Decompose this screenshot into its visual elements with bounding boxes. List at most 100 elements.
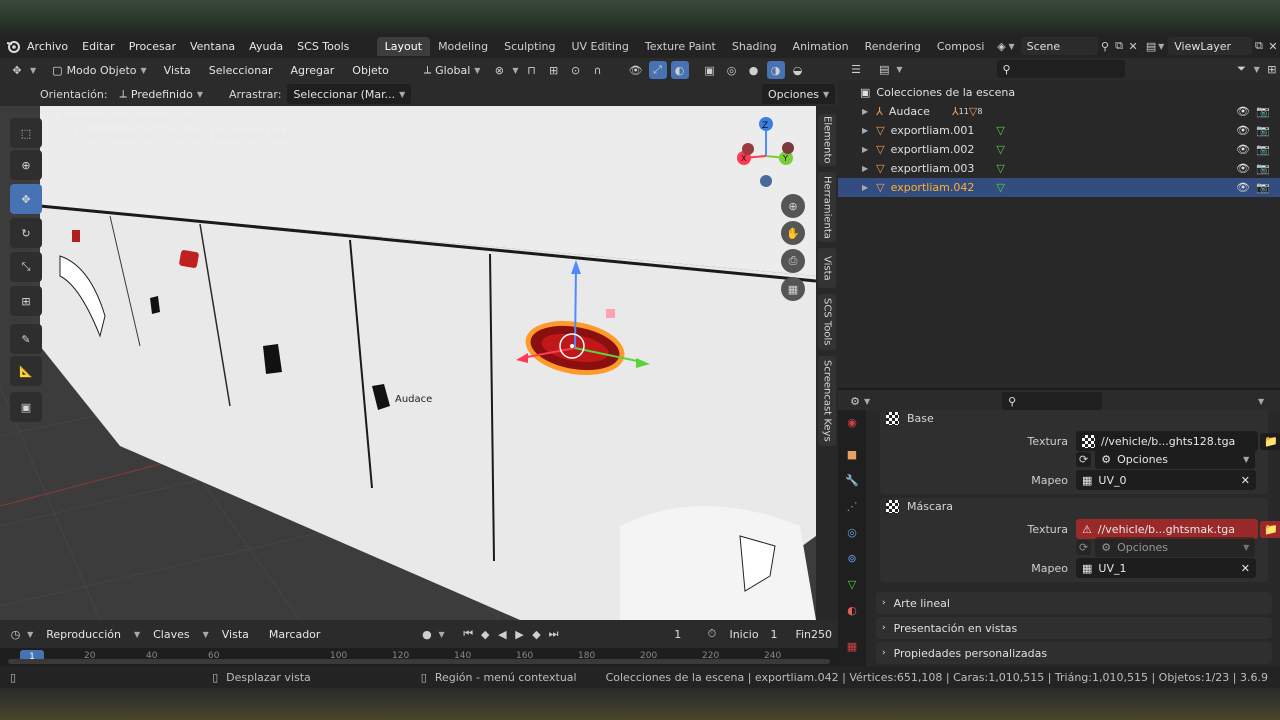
filter-icon[interactable]: ⏷ bbox=[1233, 60, 1249, 78]
xray-icon[interactable]: ▣ bbox=[701, 61, 719, 79]
menu-archivo[interactable]: Archivo bbox=[20, 40, 75, 53]
chevron-down-icon[interactable]: ▼ bbox=[27, 630, 33, 639]
chevron-down-icon[interactable]: ▼ bbox=[864, 397, 870, 406]
constraints-icon[interactable]: ⊚ bbox=[842, 548, 862, 568]
chevron-down-icon[interactable]: ▼ bbox=[439, 630, 445, 639]
mask-options-dropdown[interactable]: ⚙ Opciones ▼ bbox=[1095, 537, 1256, 557]
menu-procesar[interactable]: Procesar bbox=[122, 40, 183, 53]
menu-timeline-vista[interactable]: Vista bbox=[215, 628, 256, 641]
mask-texture-field[interactable]: ⚠ //vehicle/b...ghtsmak.tga bbox=[1076, 519, 1258, 539]
transform-tool-icon[interactable]: ⊞ bbox=[10, 286, 42, 316]
perspective-grid-icon[interactable]: ▦ bbox=[781, 277, 805, 301]
menu-seleccionar[interactable]: Seleccionar bbox=[202, 64, 280, 77]
render-camera-icon[interactable]: 📷 bbox=[1256, 162, 1270, 175]
rendered-shading-icon[interactable]: ◒ bbox=[789, 61, 807, 79]
menu-ventana[interactable]: Ventana bbox=[183, 40, 242, 53]
orientation-dropdown[interactable]: ⟂ Predefinido ▼ bbox=[114, 84, 209, 104]
options-dropdown[interactable]: Opciones ▼ bbox=[762, 84, 836, 104]
proportional-edit-icon[interactable]: ⊙ bbox=[567, 61, 585, 79]
tab-elemento[interactable]: Elemento bbox=[818, 114, 836, 166]
tab-screencast-keys[interactable]: Screencast Keys bbox=[818, 356, 836, 446]
eye-icon[interactable]: 👁 bbox=[1236, 143, 1250, 156]
annotate-tool-icon[interactable]: ✎ bbox=[10, 324, 42, 354]
timeline-scrollbar[interactable] bbox=[8, 659, 830, 664]
navigation-gizmo[interactable]: Z X Y bbox=[730, 114, 800, 194]
pivot-caret-icon[interactable]: ▼ bbox=[512, 66, 518, 75]
gizmo-icon[interactable]: ⤢ bbox=[648, 61, 667, 79]
particles-icon[interactable]: ⋰ bbox=[842, 496, 862, 516]
tab-layout[interactable]: Layout bbox=[376, 36, 431, 56]
panel-arte-lineal[interactable]: › Arte lineal bbox=[876, 592, 1272, 614]
delete-view-layer-icon[interactable]: ✕ bbox=[1266, 37, 1280, 55]
tab-texture-paint[interactable]: Texture Paint bbox=[637, 37, 724, 56]
cursor-tool-icon[interactable]: ⊕ bbox=[10, 150, 42, 180]
material-shading-icon[interactable]: ◑ bbox=[766, 61, 785, 79]
chevron-down-icon[interactable]: ▼ bbox=[1254, 65, 1260, 74]
select-box-tool-icon[interactable]: ⬚ bbox=[10, 118, 42, 148]
outliner-row[interactable]: ▶ ▽ exportliam.003 ▽ 👁 📷 bbox=[838, 159, 1280, 178]
new-scene-icon[interactable]: ⧉ bbox=[1112, 37, 1126, 55]
overlays-icon[interactable]: ◐ bbox=[670, 61, 689, 79]
solid-shading-icon[interactable]: ● bbox=[745, 61, 763, 79]
new-view-layer-icon[interactable]: ⧉ bbox=[1252, 37, 1266, 55]
eye-icon[interactable]: 👁 bbox=[1236, 124, 1250, 137]
scene-icon[interactable]: ◈ bbox=[994, 37, 1008, 55]
record-icon[interactable]: ● bbox=[421, 625, 432, 643]
editor-type-caret-icon[interactable]: ▼ bbox=[30, 66, 36, 75]
outliner-row-selected[interactable]: ▶ ▽ exportliam.042 ▽ 👁 📷 bbox=[838, 178, 1280, 197]
expand-arrow-icon[interactable]: ▶ bbox=[862, 107, 868, 116]
chevron-down-icon[interactable]: ▼ bbox=[1258, 397, 1264, 406]
render-camera-icon[interactable]: 📷 bbox=[1256, 181, 1270, 194]
transform-orientation-dropdown[interactable]: ⟂ Global ▼ bbox=[418, 60, 487, 80]
view-layer-icon[interactable]: ▤ bbox=[1144, 37, 1158, 55]
tab-shading[interactable]: Shading bbox=[724, 37, 785, 56]
editor-type-icon[interactable]: ✥ bbox=[8, 61, 26, 79]
empty-object-label[interactable]: Audace bbox=[395, 394, 432, 405]
tab-scs-tools[interactable]: SCS Tools bbox=[818, 294, 836, 350]
play-reverse-icon[interactable]: ◀ bbox=[497, 625, 508, 643]
render-camera-icon[interactable]: 📷 bbox=[1256, 105, 1270, 118]
tab-animation[interactable]: Animation bbox=[785, 37, 857, 56]
tab-rendering[interactable]: Rendering bbox=[857, 37, 929, 56]
panel-presentacion-en-vistas[interactable]: › Presentación en vistas bbox=[876, 617, 1272, 639]
outliner-root-row[interactable]: ▣ Colecciones de la escena bbox=[838, 83, 1280, 102]
outliner-editor-icon[interactable]: ☰ bbox=[848, 60, 864, 78]
prev-keyframe-icon[interactable]: ◆ bbox=[480, 625, 491, 643]
menu-ayuda[interactable]: Ayuda bbox=[242, 40, 290, 53]
current-frame-field[interactable]: 1 bbox=[655, 625, 701, 643]
new-collection-icon[interactable]: ⊞ bbox=[1264, 60, 1280, 78]
pivot-icon[interactable]: ⊗ bbox=[490, 61, 508, 79]
menu-agregar[interactable]: Agregar bbox=[283, 64, 341, 77]
move-tool-icon[interactable]: ✥ bbox=[10, 184, 42, 214]
modifier-wrench-icon[interactable]: 🔧 bbox=[842, 470, 862, 490]
jump-start-icon[interactable]: ⏮ bbox=[463, 625, 474, 643]
eye-icon[interactable]: 👁 bbox=[1236, 162, 1250, 175]
menu-claves[interactable]: Claves bbox=[146, 628, 197, 641]
material-ball-icon[interactable]: ◉ bbox=[842, 412, 862, 432]
delete-scene-icon[interactable]: ✕ bbox=[1126, 37, 1140, 55]
menu-marcador[interactable]: Marcador bbox=[262, 628, 328, 641]
next-keyframe-icon[interactable]: ◆ bbox=[531, 625, 542, 643]
play-icon[interactable]: ▶ bbox=[514, 625, 525, 643]
outliner-row[interactable]: ▶ ▽ exportliam.002 ▽ 👁 📷 bbox=[838, 140, 1280, 159]
display-mode-icon[interactable]: ▤ bbox=[876, 60, 892, 78]
blender-logo-icon[interactable] bbox=[6, 37, 20, 55]
wireframe-shading-icon[interactable]: ◎ bbox=[723, 61, 741, 79]
mode-dropdown[interactable]: ▢ Modo Objeto ▼ bbox=[46, 60, 153, 80]
pan-hand-icon[interactable]: ✋ bbox=[781, 221, 805, 245]
3d-viewport[interactable]: Personalizada (perspectiva) (1) Coleccio… bbox=[0, 106, 816, 620]
zoom-icon[interactable]: ⊕ bbox=[781, 194, 805, 218]
base-mapping-field[interactable]: ▦ UV_0 ✕ bbox=[1076, 470, 1256, 490]
jump-end-icon[interactable]: ⏭ bbox=[548, 625, 559, 643]
tab-vista[interactable]: Vista bbox=[818, 248, 836, 288]
scale-tool-icon[interactable]: ⤡ bbox=[10, 252, 42, 282]
tab-modeling[interactable]: Modeling bbox=[430, 37, 496, 56]
render-camera-icon[interactable]: 📷 bbox=[1256, 143, 1270, 156]
add-cube-tool-icon[interactable]: ▣ bbox=[10, 392, 42, 422]
chevron-down-icon[interactable]: ▼ bbox=[896, 65, 902, 74]
measure-tool-icon[interactable]: 📐 bbox=[10, 356, 42, 386]
view-layer-selector[interactable]: ViewLayer bbox=[1168, 37, 1252, 55]
menu-vista[interactable]: Vista bbox=[157, 64, 198, 77]
expand-arrow-icon[interactable]: ▶ bbox=[862, 126, 868, 135]
menu-objeto[interactable]: Objeto bbox=[345, 64, 396, 77]
